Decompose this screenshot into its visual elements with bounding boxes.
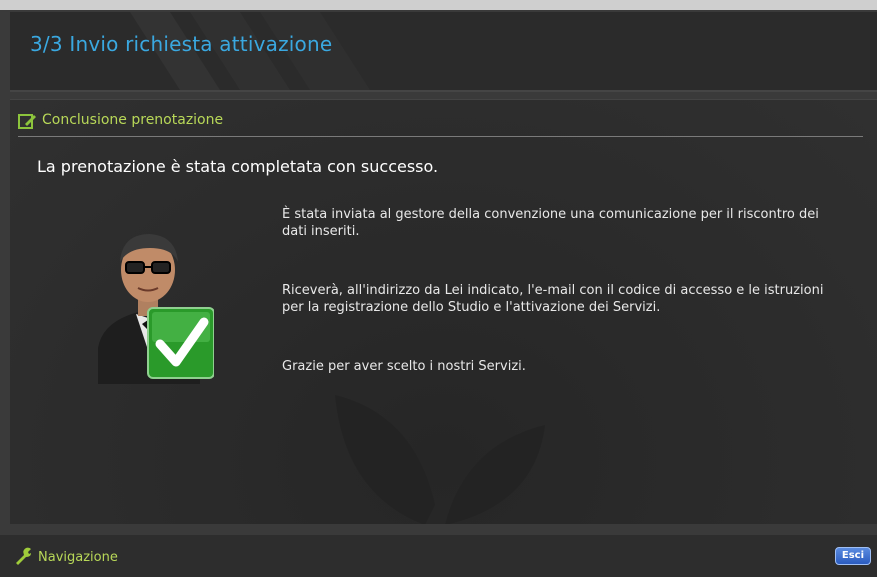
page-header: 3/3 Invio richiesta attivazione bbox=[10, 12, 877, 92]
page-title: 3/3 Invio richiesta attivazione bbox=[30, 32, 333, 56]
info-paragraph-2: Riceverà, all'indirizzo da Lei indicato,… bbox=[282, 283, 824, 315]
navigation-title: Navigazione bbox=[38, 550, 118, 565]
main-panel: Conclusione prenotazione La prenotazione… bbox=[10, 99, 877, 524]
section-header: Conclusione prenotazione bbox=[18, 110, 863, 137]
leaf-watermark bbox=[335, 395, 545, 524]
exit-button[interactable]: Esci bbox=[834, 547, 871, 565]
navigation-bar: Navigazione Esci bbox=[0, 530, 877, 577]
info-paragraph-1: È stata inviata al gestore della convenz… bbox=[282, 207, 819, 239]
thanks-paragraph: Grazie per aver scelto i nostri Servizi. bbox=[282, 359, 526, 374]
user-check-icon bbox=[98, 234, 214, 384]
top-strip bbox=[0, 0, 877, 10]
success-message: La prenotazione è stata completata con s… bbox=[37, 157, 439, 176]
edit-icon bbox=[18, 114, 36, 129]
wrench-icon bbox=[16, 547, 31, 565]
section-title: Conclusione prenotazione bbox=[42, 112, 224, 128]
